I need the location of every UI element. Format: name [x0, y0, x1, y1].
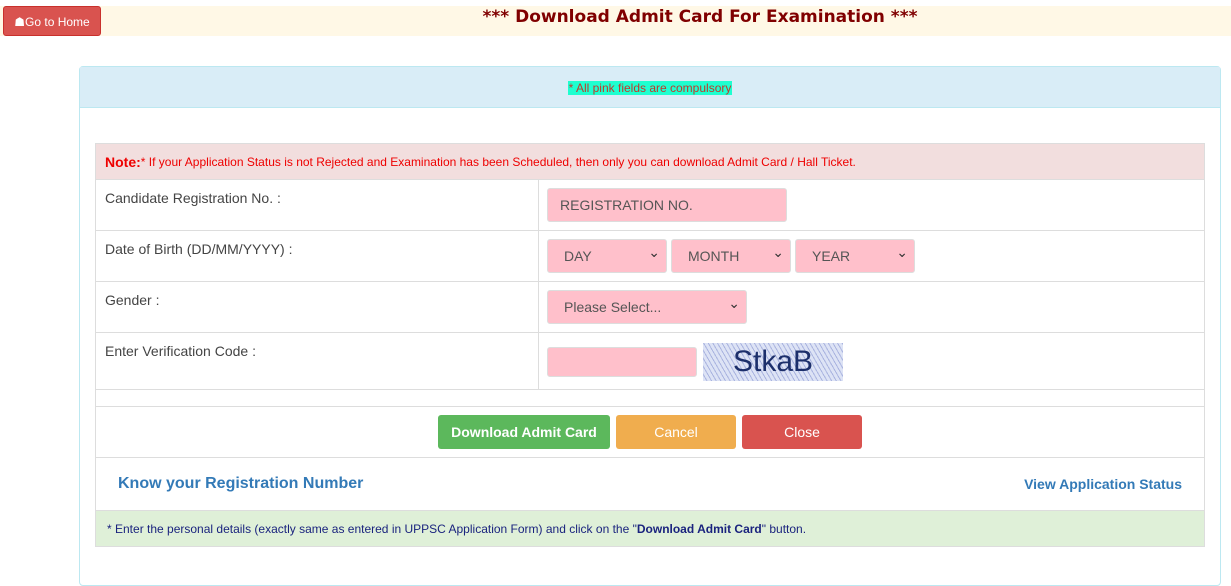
links-row: Know your Registration Number View Appli… [95, 458, 1205, 511]
gender-row: Gender : Please Select... [95, 282, 1205, 333]
gender-label: Gender : [96, 282, 539, 332]
panel-heading: * All pink fields are compulsory [80, 67, 1220, 108]
admit-card-form: Note: * If your Application Status is no… [95, 143, 1205, 547]
registration-input[interactable]: REGISTRATION NO. [547, 188, 787, 222]
close-button[interactable]: Close [742, 415, 862, 449]
year-select[interactable]: YEAR [795, 236, 915, 273]
dob-row: Date of Birth (DD/MM/YYYY) : DAYMONTHYEA… [95, 231, 1205, 282]
spacer-row [95, 390, 1205, 407]
note-row: Note: * If your Application Status is no… [95, 143, 1205, 180]
verification-row: Enter Verification Code : StkaB [95, 333, 1205, 390]
home-icon: ☗ [14, 15, 26, 29]
registration-row: Candidate Registration No. : REGISTRATIO… [95, 180, 1205, 231]
verification-label: Enter Verification Code : [96, 333, 539, 389]
download-admit-card-button[interactable]: Download Admit Card [438, 415, 610, 449]
month-select[interactable]: MONTH [671, 236, 791, 273]
captcha-image: StkaB [703, 343, 843, 381]
registration-label: Candidate Registration No. : [96, 180, 539, 230]
gender-select[interactable]: Please Select... [547, 287, 747, 324]
go-to-home-button[interactable]: ☗Go to Home [3, 6, 101, 36]
day-select[interactable]: DAY [547, 236, 667, 273]
know-registration-link[interactable]: Know your Registration Number [118, 475, 363, 493]
button-row: Download Admit Card Cancel Close [95, 407, 1205, 458]
dob-label: Date of Birth (DD/MM/YYYY) : [96, 231, 539, 281]
compulsory-notice: * All pink fields are compulsory [567, 81, 733, 95]
cancel-button[interactable]: Cancel [616, 415, 736, 449]
instructions-footer: * Enter the personal details (exactly sa… [95, 511, 1205, 547]
view-application-status-link[interactable]: View Application Status [1024, 476, 1182, 492]
page-title: *** Download Admit Card For Examination … [482, 7, 918, 27]
verification-input[interactable] [547, 347, 697, 377]
